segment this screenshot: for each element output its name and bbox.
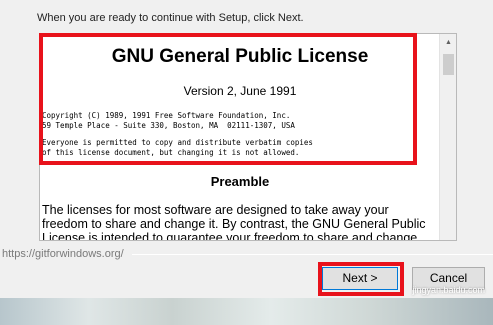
license-header-highlight	[39, 33, 417, 165]
watermark: jingyan.baidu.com	[412, 285, 485, 295]
preamble-paragraph: The licenses for most software are desig…	[42, 203, 426, 241]
license-scrollbar[interactable]: ▲	[439, 34, 456, 240]
footer-separator	[132, 254, 493, 255]
preamble-heading: Preamble	[210, 174, 270, 189]
desktop-background-strip	[0, 298, 493, 325]
scroll-thumb[interactable]	[443, 54, 454, 75]
next-button-highlight	[318, 262, 404, 296]
installer-url: https://gitforwindows.org/	[2, 248, 124, 260]
setup-instruction: When you are ready to continue with Setu…	[37, 12, 304, 24]
scroll-up-icon[interactable]: ▲	[440, 34, 456, 51]
